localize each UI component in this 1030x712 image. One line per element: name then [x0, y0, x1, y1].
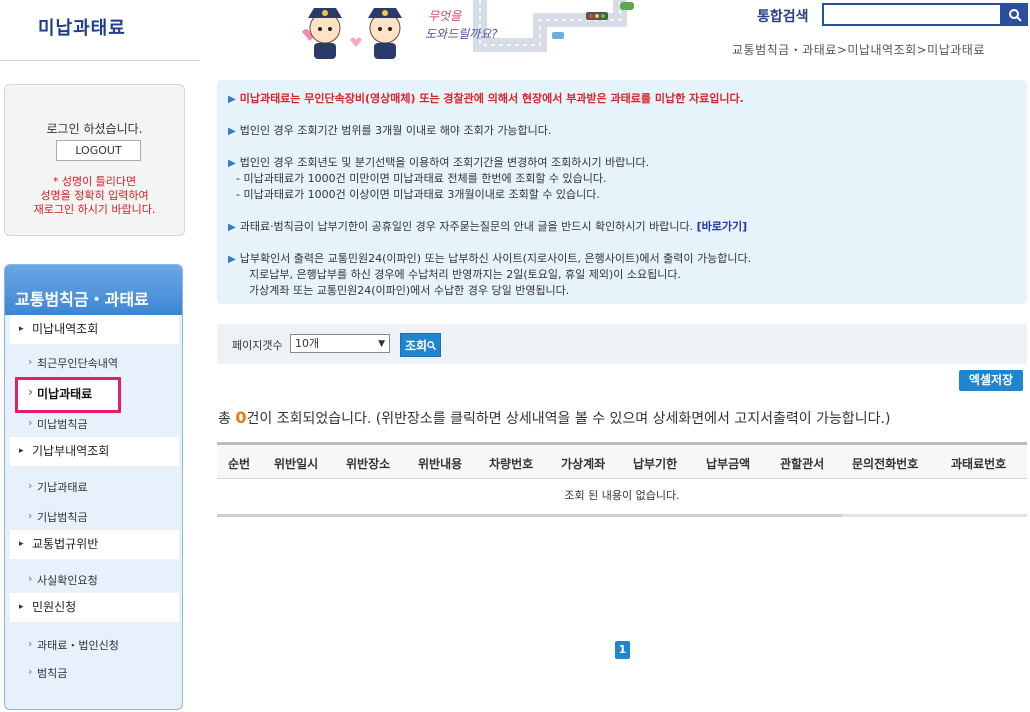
login-warning: * 성명이 틀리다면 성명을 정확히 입력하여 재로그인 하시기 바랍니다.: [5, 175, 184, 217]
notice-subline: 가상계좌 또는 교통민원24(이파인)에서 수납한 경우 당일 반영됩니다.: [249, 284, 570, 297]
login-warning-line: * 성명이 틀리다면: [52, 175, 137, 188]
column-header: 가상계좌: [561, 457, 606, 471]
column-header: 순번: [228, 457, 251, 471]
column-header: 차량번호: [489, 457, 534, 471]
menu-item-recent-enforcement[interactable]: 최근무인단속내역: [28, 355, 118, 371]
notice-line-text: 미납과태료는 무인단속장비(영상매체) 또는 경찰관에 의해서 현장에서 부과받…: [239, 92, 744, 105]
menu-item-paid-penalty[interactable]: 기납범칙금: [28, 509, 88, 525]
notice-line: ▶ 법인인 경우 조회년도 및 분기선택을 이용하여 조회기간을 변경하여 조회하…: [228, 156, 650, 169]
menu-header: 교통범칙금・과태료: [5, 265, 182, 315]
result-count: 0: [235, 408, 247, 427]
search-icon: [1009, 8, 1022, 22]
notice-line: ▶ 과태료·범칙금이 납부기한이 공휴일인 경우 자주묻는질문의 안내 글을 반드…: [228, 220, 748, 233]
column-header: 납부금액: [706, 457, 751, 471]
logout-button[interactable]: LOGOUT: [56, 140, 141, 161]
column-header: 위반내용: [418, 457, 463, 471]
notice-line-text: 법인인 경우 조회기간 범위를 3개월 이내로 해야 조회가 가능합니다.: [239, 124, 552, 137]
menu-item-penalty[interactable]: 범칙금: [28, 665, 67, 681]
notice-line-text: 과태료·범칙금이 납부기한이 공휴일인 경우 자주묻는질문의 안내 글을 반드시…: [239, 220, 694, 233]
menu-section-paid[interactable]: 기납부내역조회: [10, 437, 179, 466]
page-count-select[interactable]: 10개 ▼: [290, 334, 390, 353]
menu-item-unpaid-fine[interactable]: 미납과태료: [28, 385, 92, 402]
query-button[interactable]: 조회: [400, 333, 441, 357]
chevron-down-icon: ▼: [378, 339, 385, 349]
column-header: 위반장소: [346, 457, 391, 471]
login-message: 로그인 하셨습니다.: [46, 122, 143, 136]
mascot-banner: 무엇을 도와드릴까요?: [302, 0, 634, 59]
menu-section-petition[interactable]: 민원신청: [10, 593, 179, 622]
page-count-label: 페이지갯수: [232, 339, 283, 352]
notice-line: ▶ 미납과태료는 무인단속장비(영상매체) 또는 경찰관에 의해서 현장에서 부과…: [228, 92, 744, 105]
column-header: 과태료번호: [951, 457, 1007, 471]
column-header: 문의전화번호: [852, 457, 919, 471]
pagination-page-button[interactable]: 1: [615, 641, 630, 659]
sidebar-menu: 교통범칙금・과태료 미납내역조회 최근무인단속내역 미납과태료 미납범칙금 기납…: [4, 264, 183, 710]
login-box: 로그인 하셨습니다. LOGOUT * 성명이 틀리다면 성명을 정확히 입력하…: [4, 84, 185, 236]
menu-section-violation[interactable]: 교통법규위반: [10, 530, 179, 559]
excel-save-button[interactable]: 엑셀저장: [959, 370, 1023, 391]
search-label: 통합검색: [757, 9, 809, 25]
site-title: 미납과태료: [38, 18, 126, 39]
column-header: 납부기한: [633, 457, 678, 471]
shortcut-link[interactable]: [바로가기]: [697, 220, 748, 233]
notice-line: ▶ 법인인 경우 조회기간 범위를 3개월 이내로 해야 조회가 가능합니다.: [228, 124, 552, 137]
menu-item-unpaid-penalty[interactable]: 미납범칙금: [28, 416, 88, 432]
column-header: 위반일시: [274, 457, 319, 471]
login-warning-line: 재로그인 하시기 바랍니다.: [33, 203, 156, 216]
search-input[interactable]: [822, 3, 1002, 26]
menu-item-paid-fine[interactable]: 기납과태료: [28, 479, 88, 495]
result-suffix: 건이 조회되었습니다. (위반장소를 클릭하면 상세내역을 볼 수 있으며 상세…: [246, 411, 891, 427]
mascot-caption-line1: 무엇을: [428, 9, 462, 23]
menu-section-unpaid[interactable]: 미납내역조회: [10, 315, 179, 344]
breadcrumb: 교통범칙금・과태료>미납내역조회>미납과태료: [732, 43, 985, 57]
table-bottom-border: [842, 514, 1027, 517]
mascot-caption-line2: 도와드릴까요?: [425, 27, 498, 41]
table-header: 순번 위반일시 위반장소 위반내용 차량번호 가상계좌 납부기한 납부금액 관할…: [217, 445, 1027, 479]
notice-subline: - 미납과태료가 1000건 미만이면 미납과태료 전체를 한번에 조회할 수 …: [236, 172, 607, 185]
notice-box: ▶ 미납과태료는 무인단속장비(영상매체) 또는 경찰관에 의해서 현장에서 부과…: [217, 80, 1027, 304]
result-summary: 총 0건이 조회되었습니다. (위반장소를 클릭하면 상세내역을 볼 수 있으며…: [218, 408, 890, 428]
page-count-value: 10개: [295, 337, 320, 350]
result-prefix: 총: [218, 411, 236, 427]
empty-result-row: 조회 된 내용이 없습니다.: [564, 489, 680, 502]
notice-line-text: 납부확인서 출력은 교통민원24(이파인) 또는 납부하신 사이트(지로사이트,…: [239, 252, 752, 265]
table-bottom-border: [217, 514, 842, 517]
notice-subline: - 미납과태료가 1000건 이상이면 미납과태료 3개월이내로 조회할 수 있…: [236, 188, 600, 201]
notice-line: ▶ 납부확인서 출력은 교통민원24(이파인) 또는 납부하신 사이트(지로사이트…: [228, 252, 752, 265]
notice-line-text: 법인인 경우 조회년도 및 분기선택을 이용하여 조회기간을 변경하여 조회하시…: [239, 156, 650, 169]
notice-subline: 지로납부, 은행납부를 하신 경우에 수납처리 반영까지는 2일(토요일, 휴일…: [249, 268, 681, 281]
menu-title: 교통범칙금・과태료: [15, 290, 149, 309]
search-button[interactable]: [1002, 3, 1028, 26]
search-icon: [427, 341, 437, 351]
login-warning-line: 성명을 정확히 입력하여: [40, 189, 149, 202]
menu-item-fine-corporate[interactable]: 과태료・법인신청: [28, 637, 119, 653]
column-header: 관할관서: [780, 457, 825, 471]
header-divider: [0, 60, 200, 61]
query-button-label: 조회: [404, 339, 428, 353]
menu-item-fact-check[interactable]: 사실확인요청: [28, 572, 98, 588]
